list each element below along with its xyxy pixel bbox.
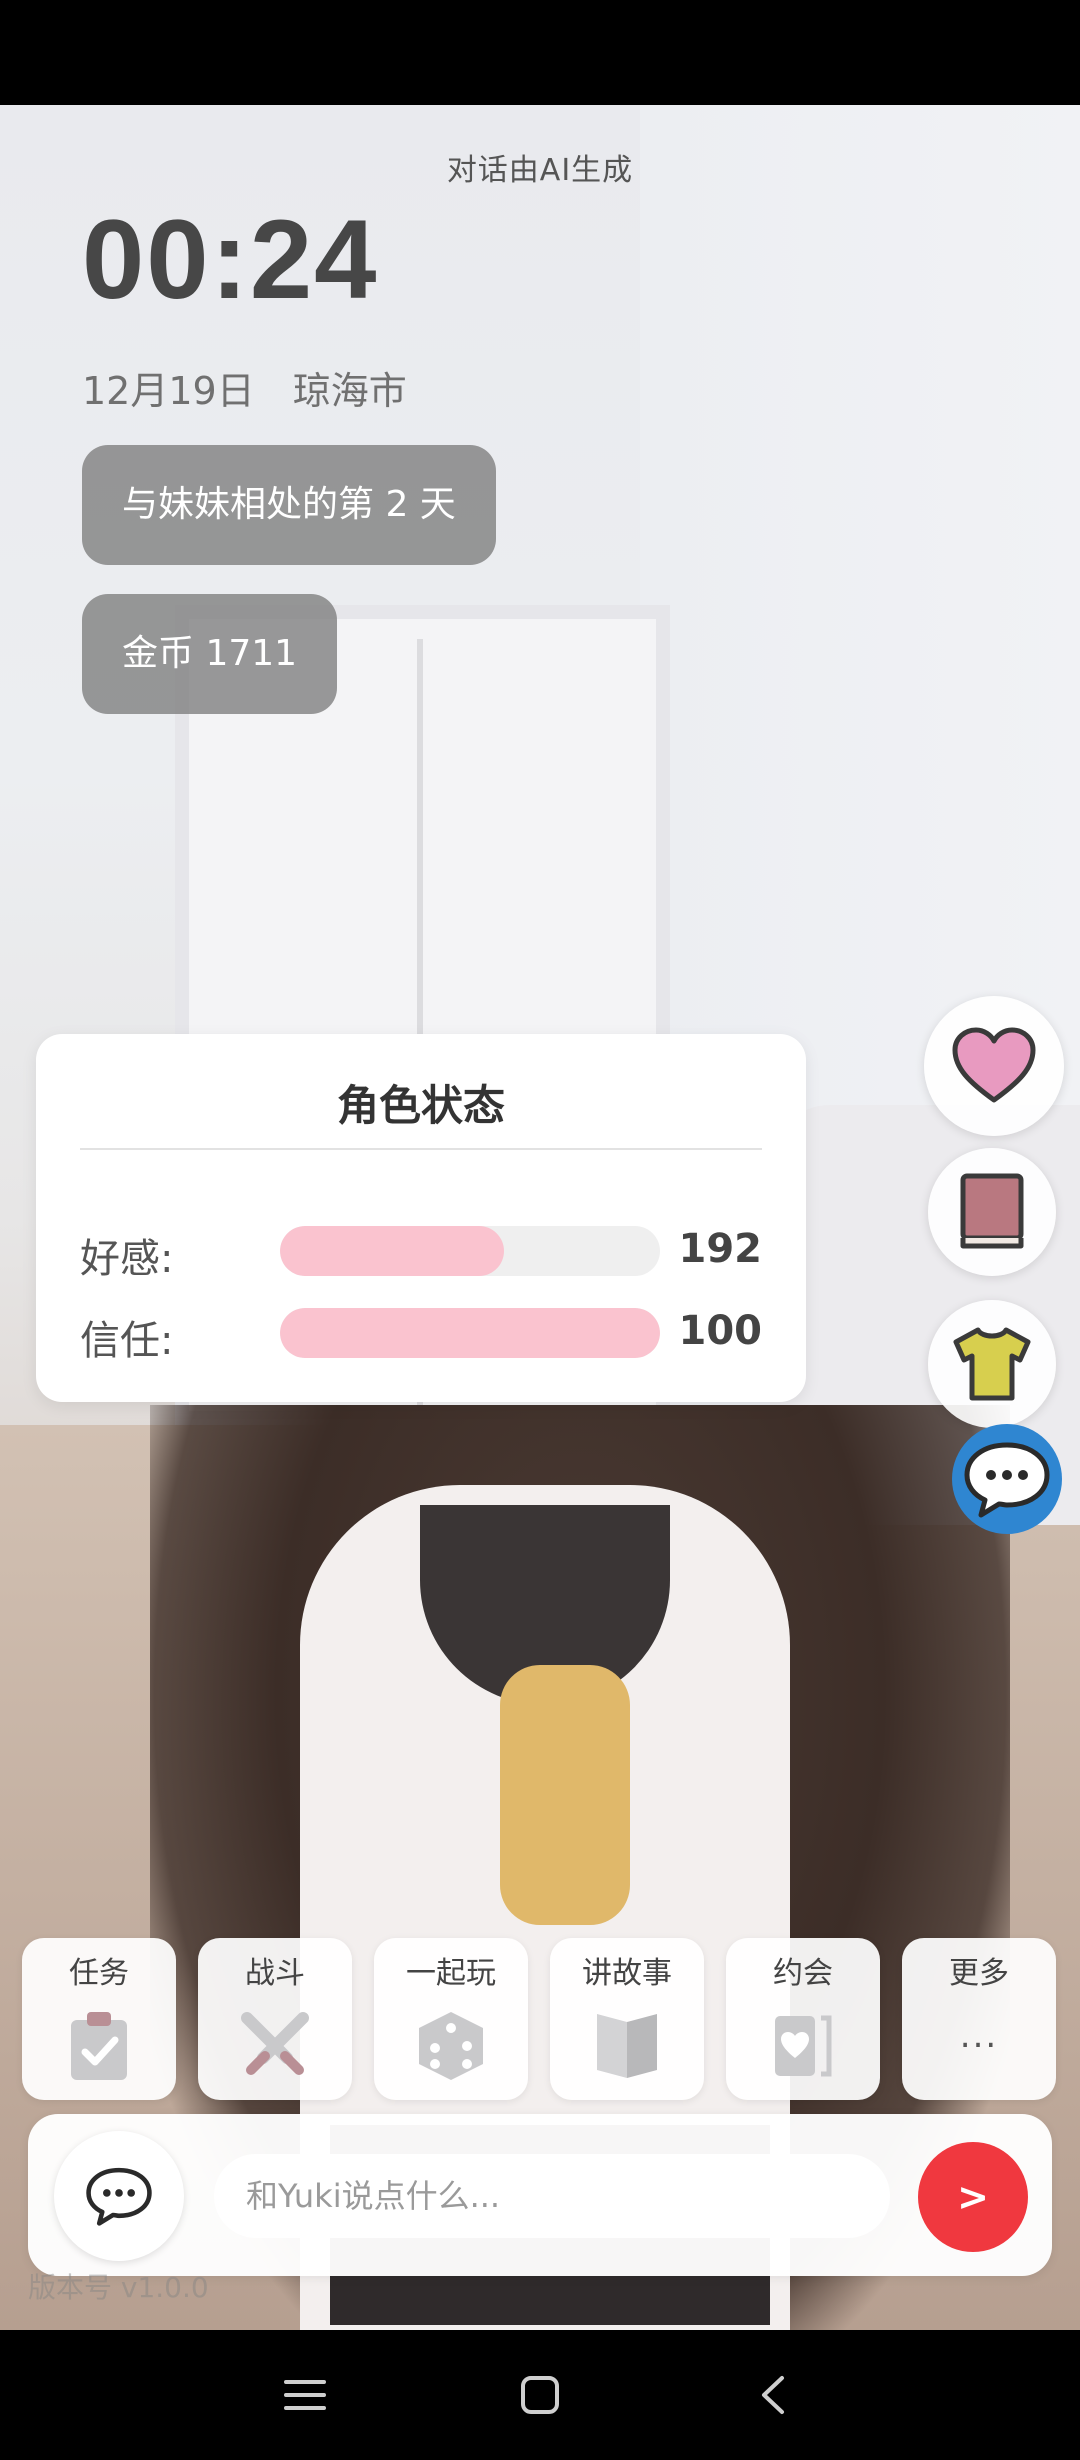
character-scarf <box>500 1665 630 1925</box>
action-battle[interactable]: 战斗 <box>198 1938 352 2100</box>
affection-progress-bar <box>280 1226 660 1276</box>
action-tell-story[interactable]: 讲故事 <box>550 1938 704 2100</box>
back-icon[interactable] <box>750 2370 800 2420</box>
date-location: 12月19日 琼海市 <box>82 360 407 415</box>
message-mode-button[interactable] <box>54 2131 184 2261</box>
home-icon[interactable] <box>515 2370 565 2420</box>
trust-progress-bar <box>280 1308 660 1358</box>
action-label: 讲故事 <box>582 1956 672 1991</box>
stat-row-affection: 好感: 192 <box>80 1222 762 1282</box>
outfit-button[interactable] <box>928 1300 1056 1428</box>
shirt-icon <box>953 1327 1031 1401</box>
status-bar <box>0 0 1080 105</box>
action-date[interactable]: 约会 <box>726 1938 880 2100</box>
date-text: 12月19日 <box>82 369 255 413</box>
crossed-swords-icon <box>241 2012 309 2075</box>
action-label: 战斗 <box>245 1956 305 1991</box>
menu-icon[interactable] <box>280 2370 330 2420</box>
speech-bubble-icon <box>964 1442 1050 1518</box>
ai-generated-notice: 对话由AI生成 <box>446 153 634 188</box>
chat-button[interactable] <box>952 1424 1062 1534</box>
affection-progress-fill <box>280 1226 505 1276</box>
open-book-icon <box>597 2014 657 2078</box>
action-label: 更多 <box>949 1956 1009 1991</box>
chat-input-bar: > <box>28 2114 1052 2276</box>
stat-value: 192 <box>678 1226 763 1272</box>
version-label: 版本号 v1.0.0 <box>28 2271 209 2304</box>
system-nav-bar <box>0 2330 1080 2460</box>
status-card-title: 角色状态 <box>336 1081 505 1130</box>
days-together-badge: 与妹妹相处的第 2 天 <box>82 445 496 565</box>
send-button[interactable]: > <box>918 2142 1028 2252</box>
divider <box>80 1148 762 1150</box>
heart-icon <box>952 1027 1036 1103</box>
stat-label: 信任: <box>80 1318 174 1364</box>
action-task[interactable]: 任务 <box>22 1938 176 2100</box>
app-screen: 对话由AI生成 00:24 12月19日 琼海市 与妹妹相处的第 2 天 金币 1… <box>0 0 1080 2460</box>
stat-label: 好感: <box>80 1236 174 1282</box>
heart-button[interactable] <box>924 996 1064 1136</box>
heart-card-icon <box>775 2015 832 2077</box>
action-play-together[interactable]: 一起玩 <box>374 1938 528 2100</box>
speech-bubble-icon <box>86 2167 152 2226</box>
stat-value: 100 <box>678 1308 763 1354</box>
coins-badge: 金币 1711 <box>82 594 338 714</box>
clipboard-check-icon <box>71 2012 127 2080</box>
clock: 00:24 <box>82 197 379 322</box>
ellipsis-icon: ... <box>959 2016 999 2056</box>
action-label: 任务 <box>69 1956 129 1991</box>
action-label: 一起玩 <box>406 1956 496 1991</box>
action-more[interactable]: 更多 ... <box>902 1938 1056 2100</box>
action-label: 约会 <box>773 1956 833 1991</box>
stat-row-trust: 信任: 100 <box>80 1304 762 1364</box>
book-button[interactable] <box>928 1148 1056 1276</box>
location-text: 琼海市 <box>292 369 407 413</box>
book-icon <box>960 1173 1024 1249</box>
dice-icon <box>419 2012 483 2080</box>
trust-progress-fill <box>280 1308 660 1358</box>
character-status-card: 角色状态 好感: 192 信任: 100 <box>36 1034 806 1402</box>
message-input[interactable] <box>214 2154 890 2238</box>
